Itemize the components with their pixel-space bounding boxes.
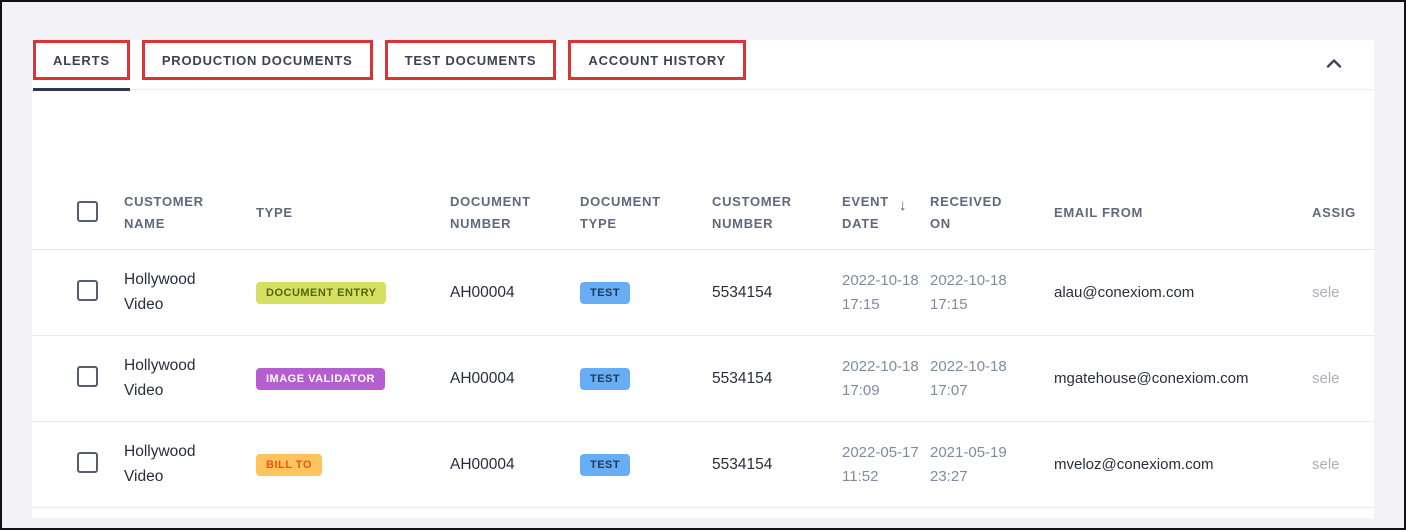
received-on-cell: 2022-10-18 17:15 bbox=[930, 269, 1054, 316]
column-header-customer-name[interactable]: CUSTOMER NAME bbox=[124, 191, 256, 234]
tab-test-documents[interactable]: TEST DOCUMENTS bbox=[385, 40, 557, 80]
customer-name-cell: Hollywood Video bbox=[124, 268, 256, 316]
column-header-document-type[interactable]: DOCUMENT TYPE bbox=[580, 191, 712, 234]
email-from-cell: alau@conexiom.com bbox=[1054, 284, 1312, 301]
assigned-select[interactable]: sele bbox=[1312, 370, 1374, 387]
event-date-label: EVENT DATE bbox=[842, 191, 892, 234]
document-number-cell: AH00004 bbox=[450, 284, 580, 302]
type-badge: DOCUMENT ENTRY bbox=[256, 282, 386, 304]
document-type-cell: TEST bbox=[580, 454, 712, 476]
customer-number-cell: 5534154 bbox=[712, 284, 842, 302]
checkbox-cell bbox=[77, 452, 124, 478]
type-badge: IMAGE VALIDATOR bbox=[256, 368, 385, 390]
table-row: Hollywood Video IMAGE VALIDATOR AH00004 … bbox=[32, 336, 1374, 422]
content-panel: ALERTS PRODUCTION DOCUMENTS TEST DOCUMEN… bbox=[32, 40, 1374, 518]
type-cell: BILL TO bbox=[256, 454, 450, 476]
checkbox-cell bbox=[77, 280, 124, 306]
document-number-cell: AH00004 bbox=[450, 456, 580, 474]
customer-name-cell: Hollywood Video bbox=[124, 354, 256, 402]
document-type-cell: TEST bbox=[580, 368, 712, 390]
type-badge: BILL TO bbox=[256, 454, 322, 476]
row-checkbox[interactable] bbox=[77, 280, 98, 301]
received-on-cell: 2021-05-19 23:27 bbox=[930, 441, 1054, 488]
document-type-cell: TEST bbox=[580, 282, 712, 304]
tab-alerts[interactable]: ALERTS bbox=[33, 40, 130, 80]
email-from-cell: mgatehouse@conexiom.com bbox=[1054, 370, 1312, 387]
column-header-email-from[interactable]: EMAIL FROM bbox=[1054, 202, 1312, 223]
table-row: Hollywood Video BILL TO AH00004 TEST 553… bbox=[32, 422, 1374, 508]
email-from-cell: mveloz@conexiom.com bbox=[1054, 456, 1312, 473]
chevron-up-icon bbox=[1322, 52, 1346, 81]
row-checkbox[interactable] bbox=[77, 452, 98, 473]
event-date-cell: 2022-05-17 11:52 bbox=[842, 441, 930, 488]
type-cell: DOCUMENT ENTRY bbox=[256, 282, 450, 304]
document-type-badge: TEST bbox=[580, 282, 630, 304]
tab-bar: ALERTS PRODUCTION DOCUMENTS TEST DOCUMEN… bbox=[32, 40, 1374, 90]
tab-production-documents[interactable]: PRODUCTION DOCUMENTS bbox=[142, 40, 373, 80]
row-checkbox[interactable] bbox=[77, 366, 98, 387]
column-header-type[interactable]: TYPE bbox=[256, 202, 450, 223]
sort-descending-icon[interactable]: ↓ bbox=[899, 194, 907, 219]
column-header-document-number[interactable]: DOCUMENT NUMBER bbox=[450, 191, 580, 234]
tab-account-history[interactable]: ACCOUNT HISTORY bbox=[568, 40, 746, 80]
customer-number-cell: 5534154 bbox=[712, 370, 842, 388]
column-header-received-on[interactable]: RECEIVED ON bbox=[930, 191, 1054, 234]
customer-number-cell: 5534154 bbox=[712, 456, 842, 474]
event-date-cell: 2022-10-18 17:15 bbox=[842, 269, 930, 316]
assigned-select[interactable]: sele bbox=[1312, 284, 1374, 301]
customer-name-cell: Hollywood Video bbox=[124, 440, 256, 488]
alerts-table: CUSTOMER NAME TYPE DOCUMENT NUMBER DOCUM… bbox=[32, 176, 1374, 508]
column-header-event-date[interactable]: EVENT DATE ↓ bbox=[842, 191, 930, 234]
type-cell: IMAGE VALIDATOR bbox=[256, 368, 450, 390]
document-number-cell: AH00004 bbox=[450, 370, 580, 388]
received-on-cell: 2022-10-18 17:07 bbox=[930, 355, 1054, 402]
document-type-badge: TEST bbox=[580, 454, 630, 476]
collapse-panel-button[interactable] bbox=[1320, 52, 1348, 80]
app-window: ALERTS PRODUCTION DOCUMENTS TEST DOCUMEN… bbox=[0, 0, 1406, 530]
select-all-checkbox[interactable] bbox=[77, 201, 98, 222]
checkbox-cell bbox=[77, 366, 124, 392]
select-all-cell bbox=[77, 199, 124, 227]
table-row: Hollywood Video DOCUMENT ENTRY AH00004 T… bbox=[32, 250, 1374, 336]
event-date-cell: 2022-10-18 17:09 bbox=[842, 355, 930, 402]
column-header-assigned[interactable]: ASSIG bbox=[1312, 202, 1374, 223]
document-type-badge: TEST bbox=[580, 368, 630, 390]
column-header-customer-number[interactable]: CUSTOMER NUMBER bbox=[712, 191, 842, 234]
assigned-select[interactable]: sele bbox=[1312, 456, 1374, 473]
table-header-row: CUSTOMER NAME TYPE DOCUMENT NUMBER DOCUM… bbox=[32, 176, 1374, 250]
